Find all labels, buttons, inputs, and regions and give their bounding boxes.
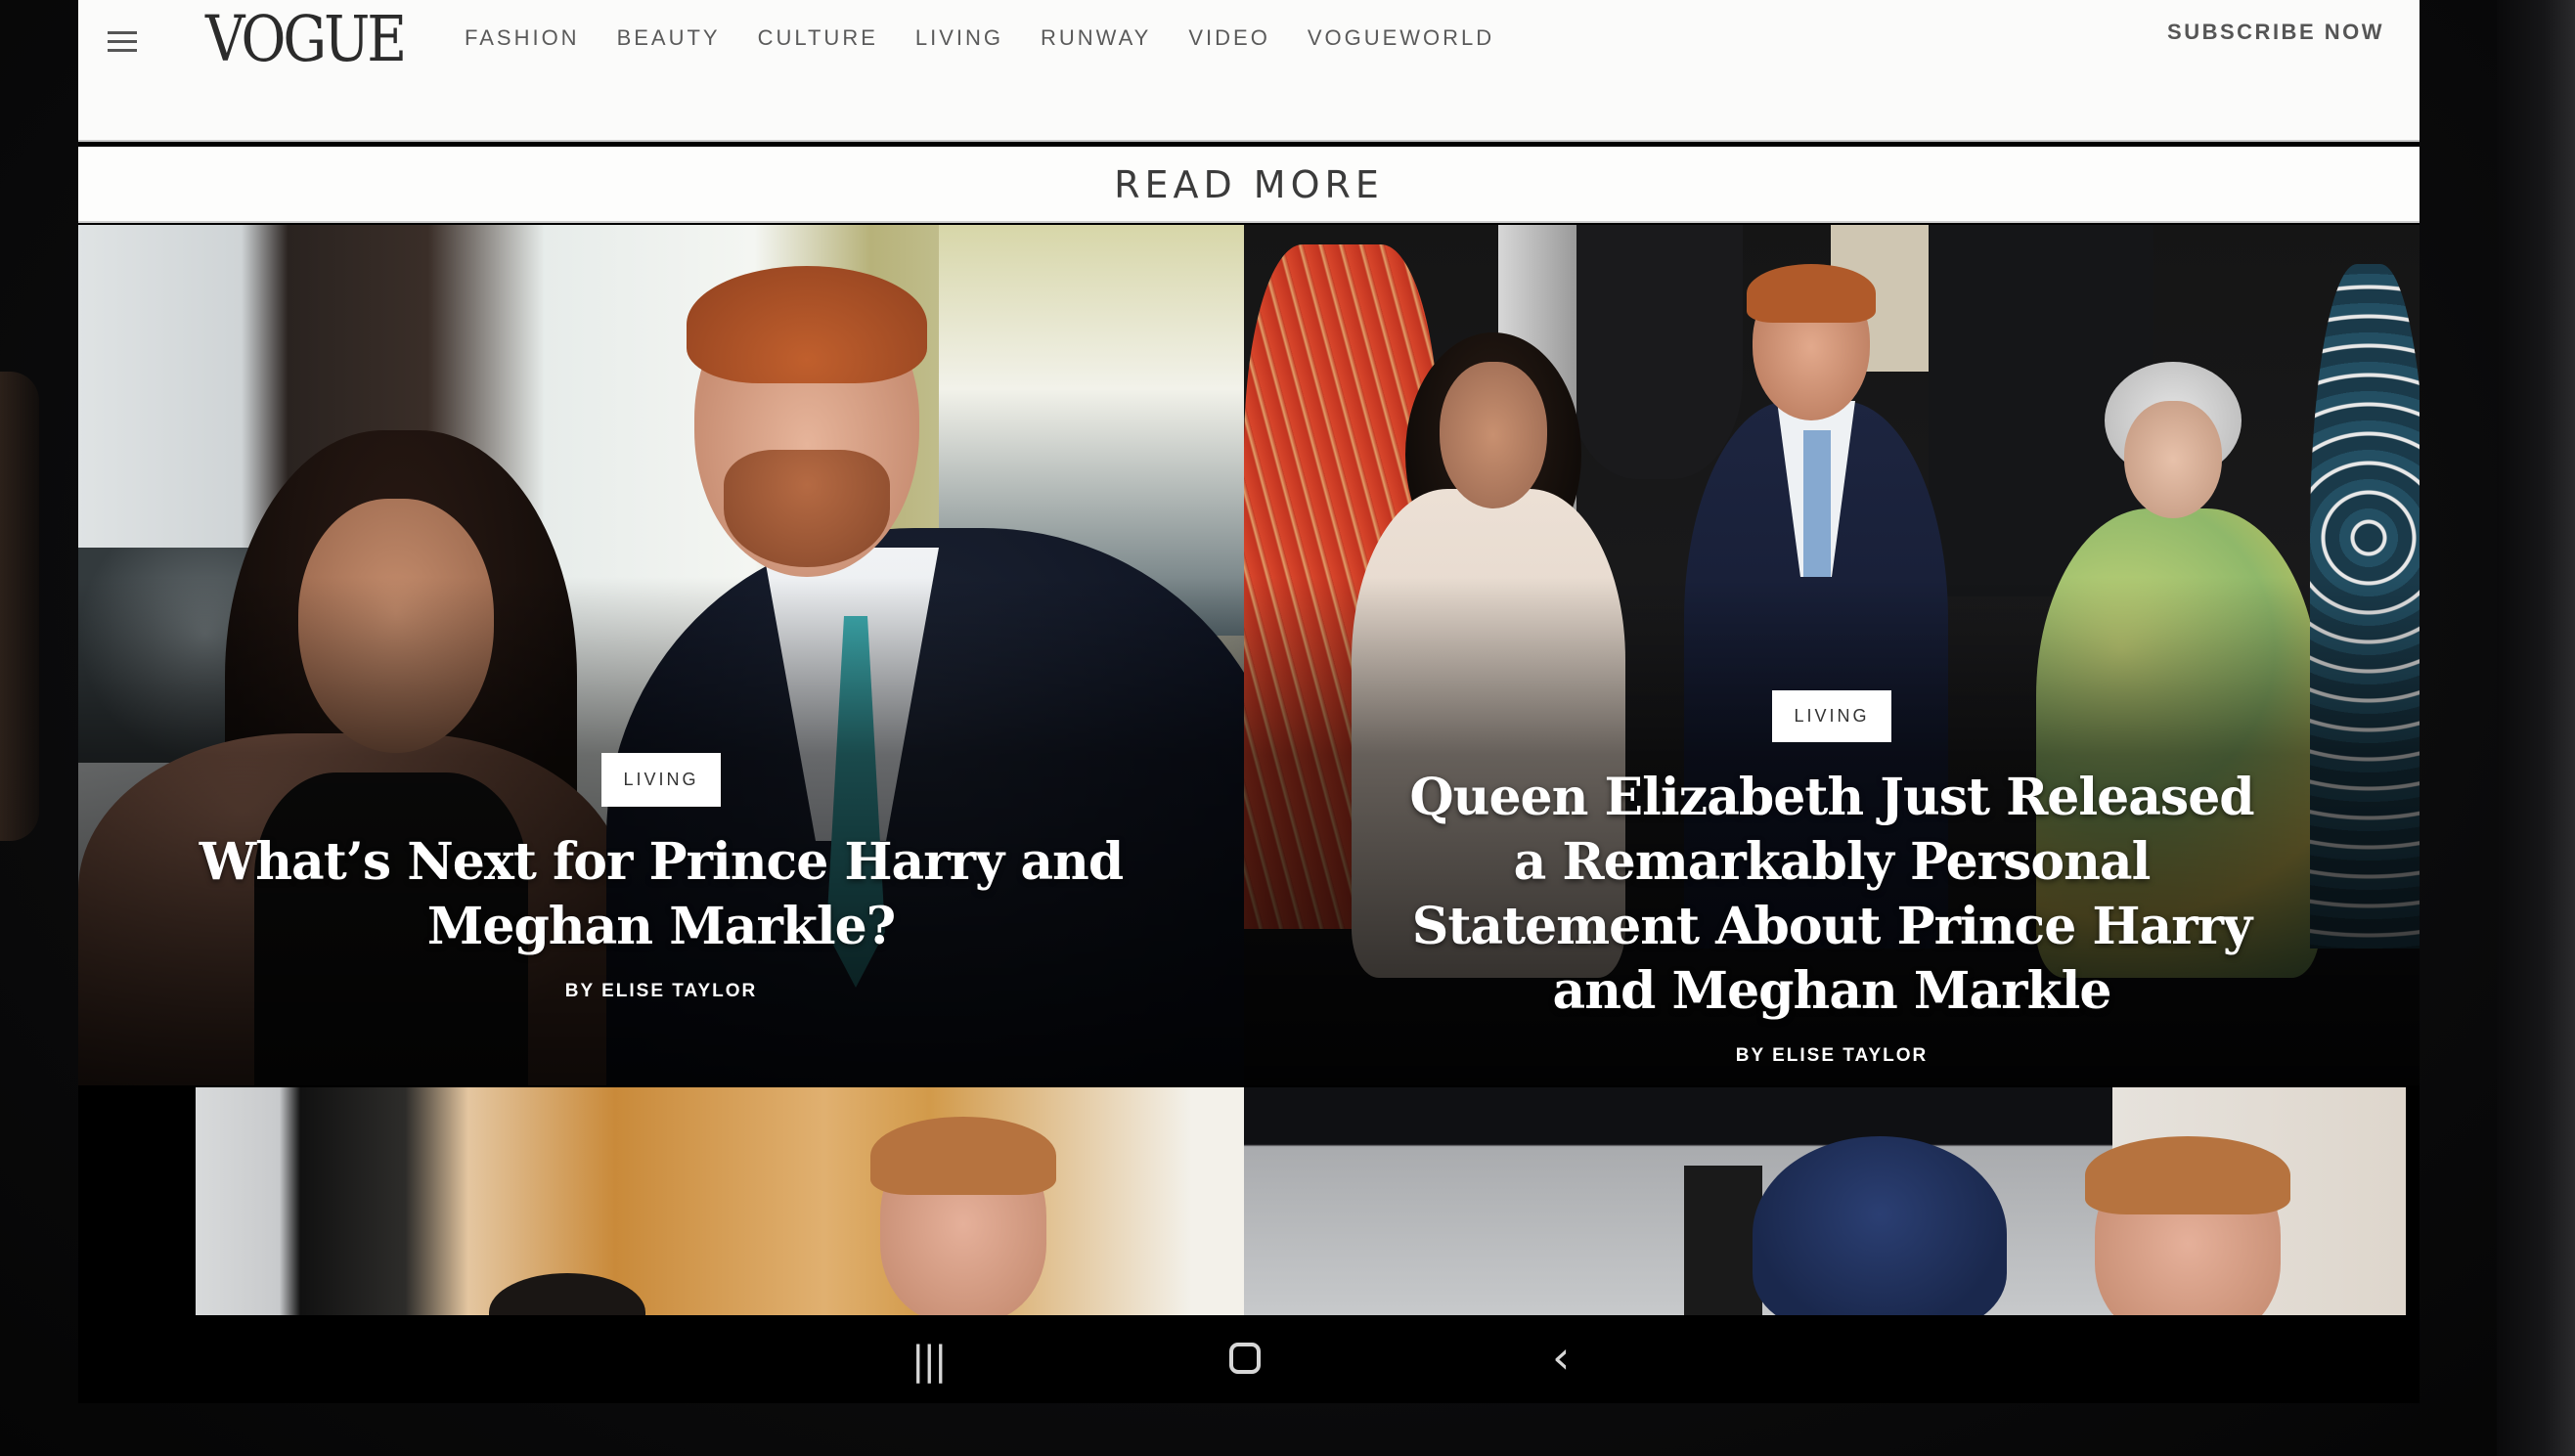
recent-apps-icon[interactable]: |||: [911, 1339, 947, 1384]
system-nav-bar: ||| ‹: [78, 1315, 2420, 1403]
tablet-screen: VOGUE FASHION BEAUTY CULTURE LIVING RUNW…: [78, 0, 2420, 1315]
nav-item-runway[interactable]: RUNWAY: [1041, 25, 1151, 51]
category-badge[interactable]: LIVING: [601, 753, 721, 807]
article-card-whats-next[interactable]: LIVING What’s Next for Prince Harry and …: [78, 225, 1244, 1085]
main-nav: FASHION BEAUTY CULTURE LIVING RUNWAY VID…: [465, 25, 1532, 51]
article-headline[interactable]: Queen Elizabeth Just Released a Remarkab…: [1401, 766, 2262, 1024]
back-icon[interactable]: ‹: [1552, 1331, 1570, 1384]
article-card-partial-left[interactable]: [196, 1087, 1244, 1315]
nav-item-living[interactable]: LIVING: [915, 25, 1003, 51]
article-card-body: LIVING What’s Next for Prince Harry and …: [78, 753, 1244, 1002]
bezel-edge-left: [0, 372, 39, 841]
nav-item-fashion[interactable]: FASHION: [465, 25, 580, 51]
nav-item-beauty[interactable]: BEAUTY: [617, 25, 721, 51]
article-card-partial-right[interactable]: [1244, 1087, 2406, 1315]
nav-item-vogueworld[interactable]: VOGUEWORLD: [1308, 25, 1494, 51]
article-byline: BY ELISE TAYLOR: [564, 981, 758, 1001]
article-byline: BY ELISE TAYLOR: [1735, 1045, 1929, 1066]
article-card-body: LIVING Queen Elizabeth Just Released a R…: [1244, 690, 2420, 1067]
home-icon[interactable]: [1229, 1343, 1261, 1374]
section-title: READ MORE: [1114, 163, 1384, 206]
hamburger-menu-icon[interactable]: [108, 31, 137, 53]
vogue-logo[interactable]: VOGUE: [205, 3, 407, 76]
bezel-edge-right: [2497, 0, 2575, 1456]
article-headline[interactable]: What’s Next for Prince Harry and Meghan …: [192, 830, 1131, 959]
article-card-queen-statement[interactable]: LIVING Queen Elizabeth Just Released a R…: [1244, 225, 2420, 1085]
nav-item-video[interactable]: VIDEO: [1188, 25, 1269, 51]
site-header: VOGUE FASHION BEAUTY CULTURE LIVING RUNW…: [78, 0, 2420, 142]
category-badge[interactable]: LIVING: [1772, 690, 1891, 742]
read-more-section-header: READ MORE: [78, 147, 2420, 223]
nav-item-culture[interactable]: CULTURE: [758, 25, 878, 51]
subscribe-now-link[interactable]: SUBSCRIBE NOW: [2167, 20, 2384, 45]
